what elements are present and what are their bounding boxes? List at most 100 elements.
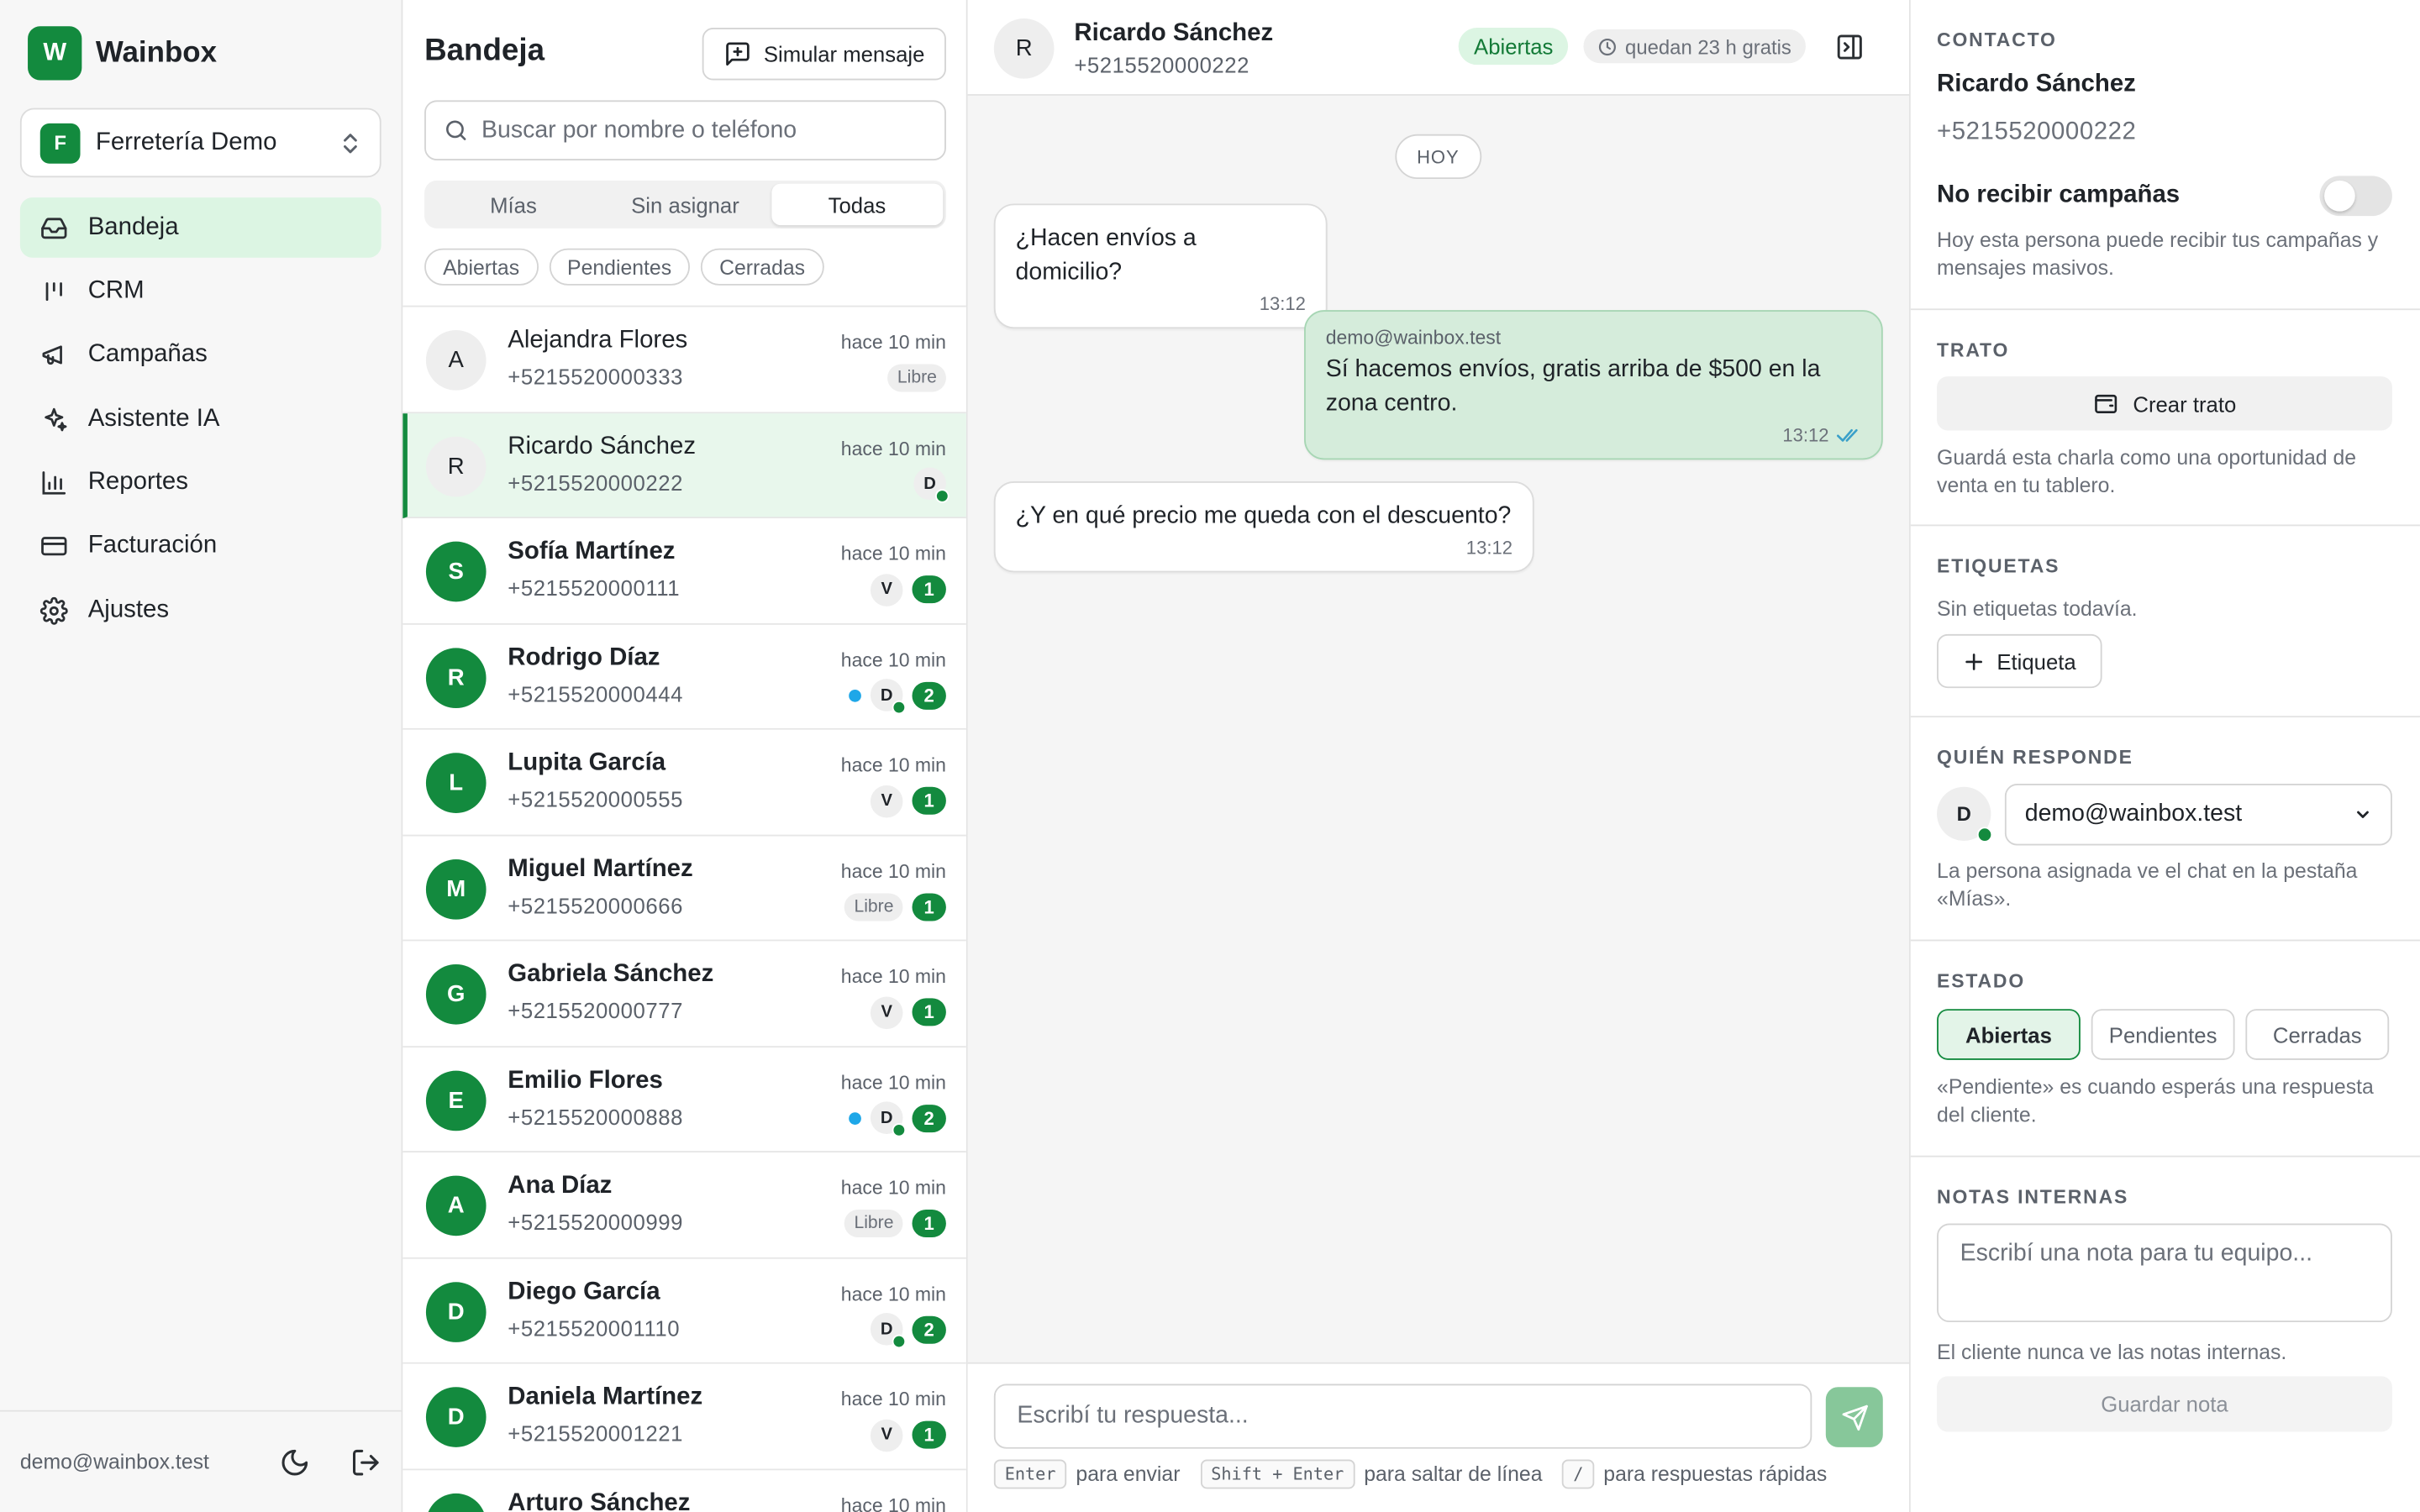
hint-key: Enter [993,1459,1067,1489]
search-icon [443,118,469,144]
nav-item-ajustes[interactable]: Ajustes [20,580,381,641]
nav-item-reportes[interactable]: Reportes [20,453,381,513]
simulate-message-label: Simular mensaje [763,41,925,66]
panel-right-icon[interactable] [1835,33,1865,62]
conversation-item[interactable]: A Ana Díaz +5215520000999 hace 10 min Libre 1 [402,1152,966,1258]
state-option-pendientes[interactable]: Pendientes [2091,1009,2235,1060]
conversation-phone: +5215520001221 [508,1420,683,1446]
online-indicator [935,489,950,503]
send-button[interactable] [1825,1387,1883,1447]
section-label: NOTAS INTERNAS [1937,1186,2129,1209]
state-option-abiertas[interactable]: Abiertas [1937,1009,2081,1060]
conversation-item[interactable]: A Alejandra Flores +5215520000333 hace 10 m… [402,307,966,413]
nav-item-bandeja[interactable]: Bandeja [19,197,381,258]
internal-note-input[interactable] [1960,1240,2370,1305]
inbox-panel: Bandeja Simular mensaje Mías Sin asignar… [402,0,968,1512]
conversation-time: hace 10 min [840,437,946,459]
conversation-time: hace 10 min [840,1389,946,1410]
conversation-avatar: M [425,858,487,919]
add-tag-label: Etiqueta [1996,648,2076,674]
user-email: demo@wainbox.test [19,1450,209,1474]
filter-chip-abiertas[interactable]: Abiertas [424,248,539,286]
assigned-agent-avatar: D [913,467,950,503]
organization-switcher[interactable]: F Ferretería Demo [19,108,381,178]
new-message-dot [849,689,861,701]
campaign-optout-help: Hoy esta persona puede recibir tus campa… [1937,228,2379,279]
tab-sin-asignar[interactable]: Sin asignar [599,184,771,226]
incoming-message: ¿Hacen envíos a domicilio? 13:12 [993,203,1328,329]
search-input[interactable] [481,116,928,144]
tab-mias[interactable]: Mías [428,184,599,226]
tab-todas[interactable]: Todas [771,183,944,226]
assigned-agent-initial: D [880,1320,893,1339]
nav-label: Facturación [87,533,218,559]
conversation-name: Gabriela Sánchez [508,961,714,988]
assigned-agent-avatar: V [870,995,903,1029]
campaign-optout-toggle[interactable] [2319,176,2392,217]
conversation-phone: +5215520000999 [508,1209,683,1235]
nav-item-campanas[interactable]: Campañas [20,325,381,386]
conversation-item[interactable]: D Daniela Martínez +5215520001221 hace 10 m… [402,1363,966,1470]
conversation-item[interactable]: G Gabriela Sánchez +5215520000777 hace 10 m… [402,941,966,1047]
section-label: ETIQUETAS [1937,555,2060,577]
section-label: ESTADO [1937,970,2026,992]
hint-key: / [1562,1459,1595,1489]
conversation-phone: +5215520000777 [508,998,683,1023]
conversation-item[interactable]: D Diego García +5215520001110 hace 10 min D 2 [402,1257,966,1364]
save-note-button[interactable]: Guardar nota [1937,1376,2392,1432]
conversation-avatar: D [425,1281,487,1342]
add-tag-button[interactable]: Etiqueta [1937,633,2102,689]
filter-chip-cerradas[interactable]: Cerradas [701,248,824,286]
send-icon [1840,1403,1868,1431]
section-label: QUIÉN RESPONDE [1937,746,2133,769]
conversation-name: Ana Díaz [508,1172,613,1200]
conversation-name: Lupita García [508,749,666,776]
nav-item-facturacion[interactable]: Facturación [20,517,381,577]
conversation-avatar: R [425,647,487,708]
conversation-item[interactable]: A Arturo Sánchez hace 10 min [402,1469,966,1512]
conversation-avatar: S [425,541,487,602]
org-name: Ferretería Demo [95,129,277,155]
conversation-item[interactable]: E Emilio Flores +5215520000888 hace 10 min D… [402,1047,966,1153]
state-options: Abiertas Pendientes Cerradas [1937,1009,2390,1060]
simulate-message-button[interactable]: Simular mensaje [702,28,946,81]
responder-select[interactable]: demo@wainbox.test [2004,784,2392,846]
message-time: 13:12 [1259,292,1306,315]
logout-icon[interactable] [350,1446,381,1478]
brand[interactable]: W Wainbox [28,26,217,81]
conversation-item[interactable]: M Miguel Martínez +5215520000666 hace 10 mi… [402,835,966,942]
responder-avatar: D [1937,786,1993,843]
unread-count-badge: 1 [912,998,946,1026]
conversation-meta: D2 [849,1101,946,1137]
status-badge: Abiertas [1458,28,1569,66]
message-meta: 13:12 [1326,424,1861,446]
reply-input[interactable] [1017,1402,1789,1431]
nav-item-crm[interactable]: CRM [20,261,381,322]
conversation-item[interactable]: R Ricardo Sánchez +5215520000222 hace 10 mi… [402,412,966,519]
contact-phone: +5215520000222 [1074,52,1250,77]
message-time: 13:12 [1465,537,1512,559]
conversation-meta: D2 [849,679,946,715]
unread-count-badge: 1 [912,1420,946,1449]
state-option-cerradas[interactable]: Cerradas [2245,1009,2390,1060]
conversation-item[interactable]: L Lupita García +5215520000555 hace 10 min V… [402,729,966,836]
outgoing-message: demo@wainbox.test Sí hacemos envíos, gra… [1304,310,1883,460]
hint-text: para saltar de línea [1364,1462,1543,1486]
moon-icon[interactable] [279,1446,310,1478]
kanban-icon [40,277,68,305]
conversation-item[interactable]: R Rodrigo Díaz +5215520000444 hace 10 min D 2 [402,623,966,730]
unread-count-badge: 2 [912,680,946,709]
conversation-phone: +5215520000888 [508,1104,683,1129]
hint-key: Shift + Enter [1200,1459,1355,1489]
filter-chip-pendientes[interactable]: Pendientes [549,248,691,286]
conversation-avatar: A [425,330,487,391]
nav-item-asistente-ia[interactable]: Asistente IA [20,389,381,449]
responder-selected-value: demo@wainbox.test [2024,801,2243,827]
conversation-meta: Libre 1 [844,891,946,922]
create-deal-button[interactable]: Crear trato [1937,376,2392,431]
conversation-item[interactable]: S Sofía Martínez +5215520000111 hace 10 min… [402,518,966,624]
conversation-avatar: A [425,1175,487,1236]
hint-text: para respuestas rápidas [1603,1462,1828,1486]
unassigned-tag: Libre [844,1209,903,1238]
online-indicator [892,1334,907,1349]
